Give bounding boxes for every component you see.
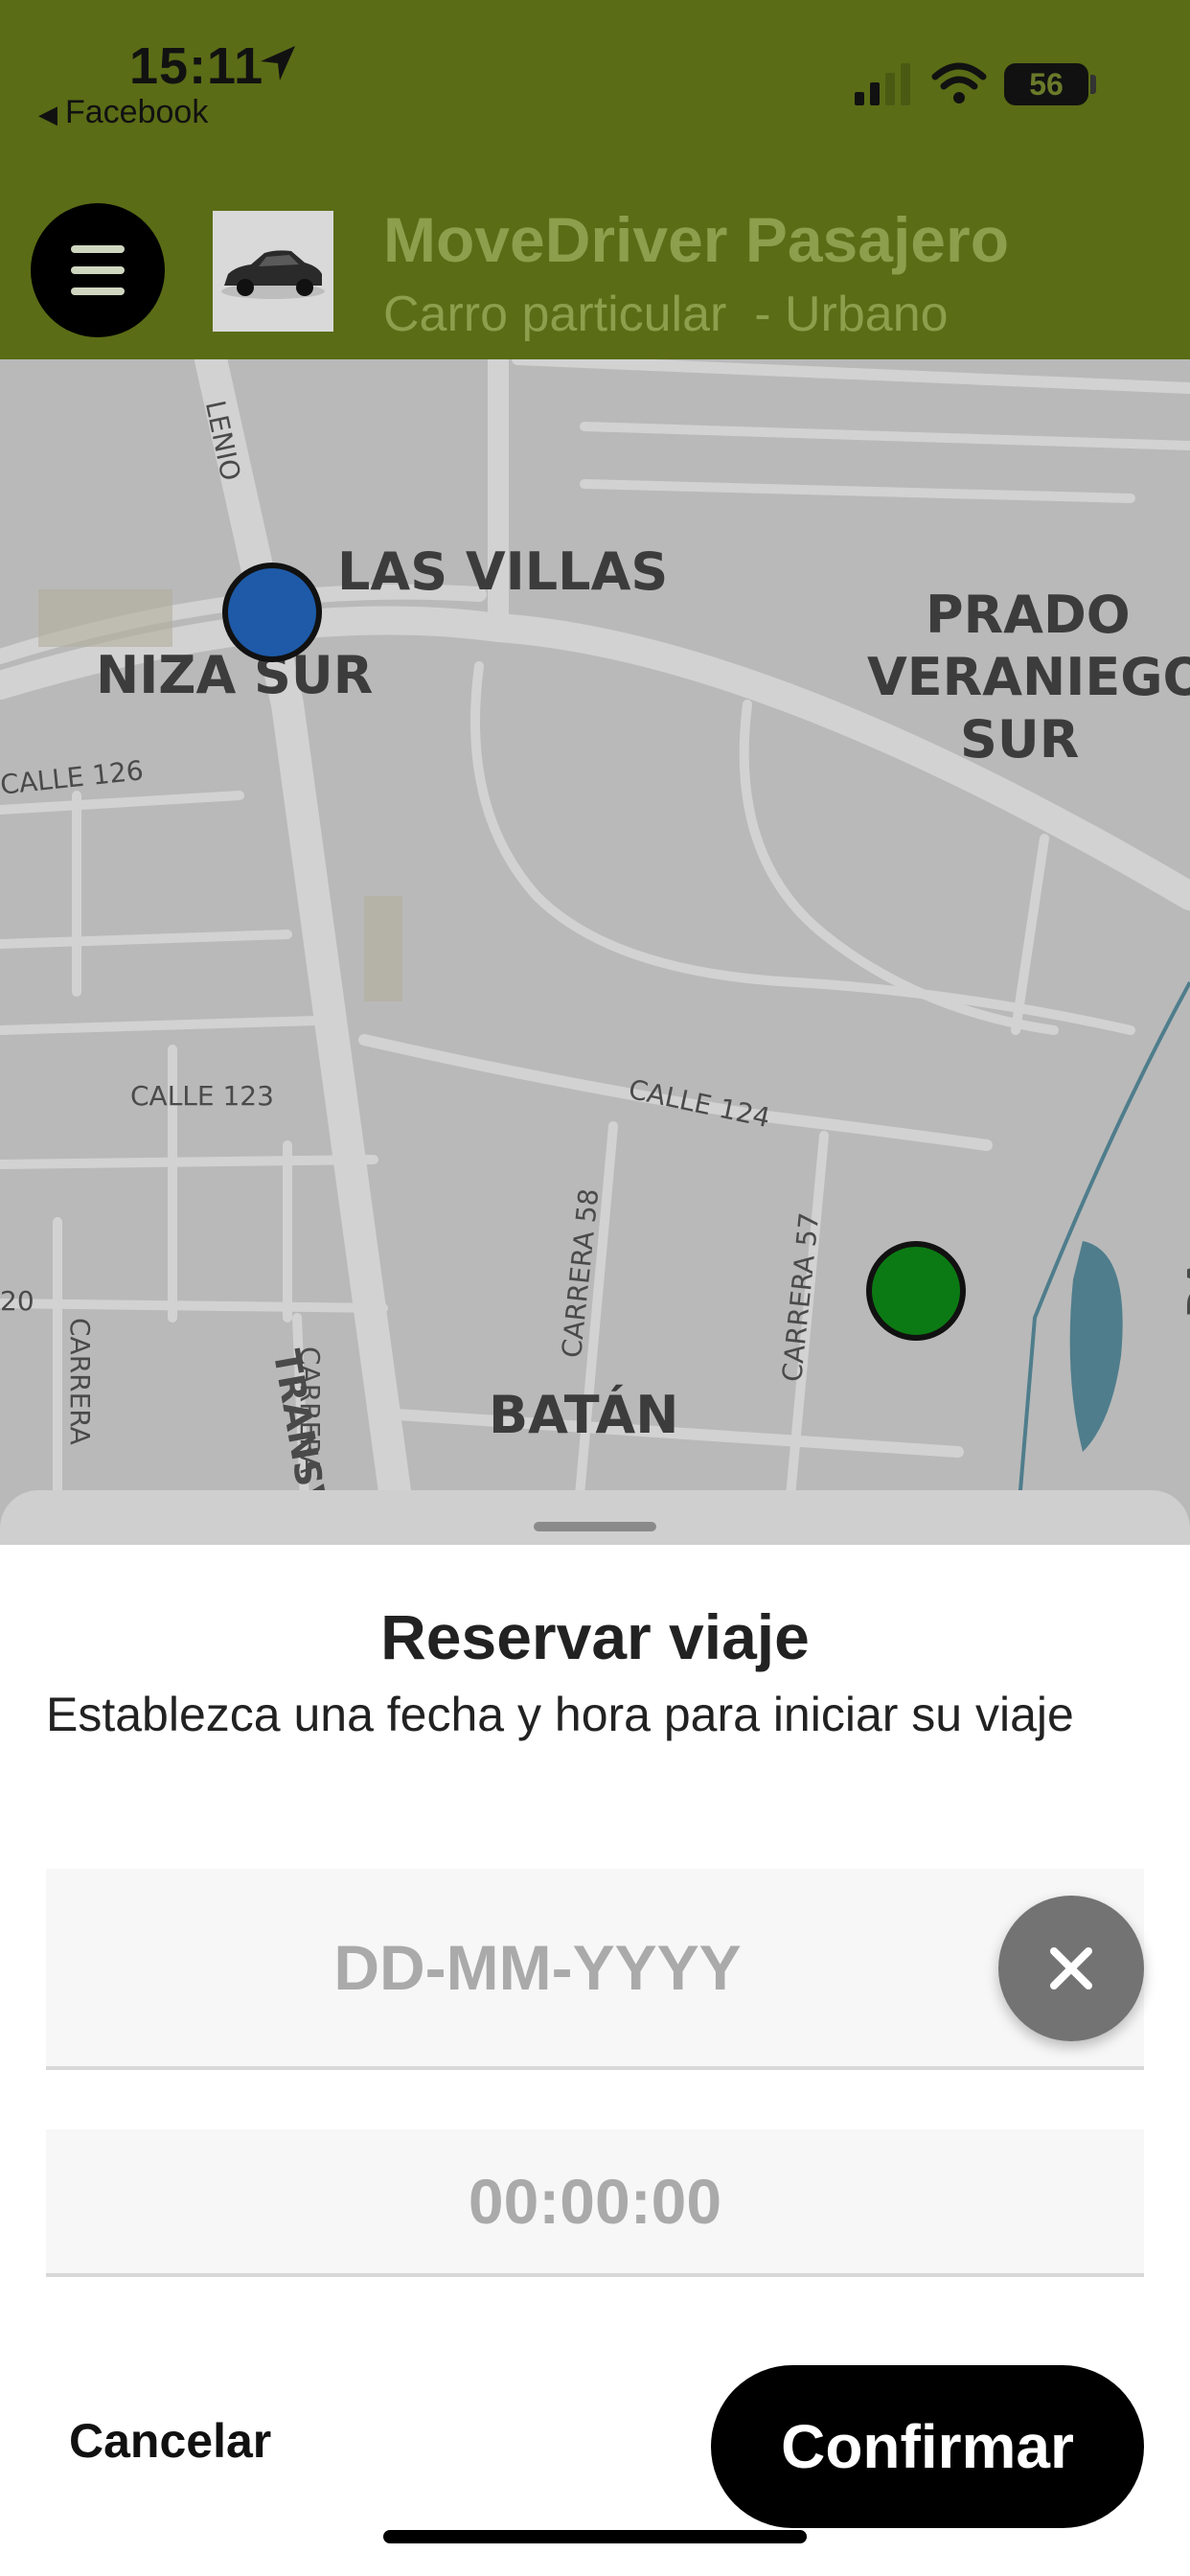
neighborhood-label: NIZA SUR — [96, 645, 374, 705]
time-input[interactable] — [46, 2129, 1144, 2273]
back-triangle-icon: ◀ — [38, 100, 57, 128]
map-view[interactable]: LAS VILLAS NIZA SUR PRADO VERANIEGO SUR … — [0, 359, 1190, 1548]
cancel-button[interactable]: Cancelar — [69, 2413, 271, 2469]
street-label: CALLE 123 — [130, 1080, 274, 1112]
sheet-drag-handle[interactable] — [534, 1522, 656, 1531]
hamburger-icon — [71, 266, 125, 274]
date-input[interactable] — [46, 1869, 1144, 2066]
car-image — [213, 211, 333, 332]
cellular-signal-icon — [855, 63, 910, 105]
menu-button[interactable] — [31, 203, 165, 337]
neighborhood-label: SUR — [960, 709, 1080, 770]
destination-marker[interactable] — [866, 1241, 966, 1341]
time-field[interactable] — [46, 2129, 1144, 2277]
close-icon — [1050, 1947, 1092, 1990]
water-body — [1069, 1241, 1123, 1452]
street-label: DA CARR — [1180, 1259, 1190, 1318]
hamburger-icon — [71, 245, 125, 253]
date-field[interactable] — [46, 1869, 1144, 2070]
sheet-description: Establezca una fecha y hora para iniciar… — [46, 1688, 1074, 1741]
neighborhood-label: LAS VILLAS — [337, 541, 669, 602]
hamburger-icon — [71, 288, 125, 295]
battery-nub — [1090, 75, 1096, 94]
sheet-title: Reservar viaje — [380, 1601, 810, 1672]
app-subtitle: Carro particular - Urbano — [383, 287, 949, 342]
status-time: 15:11 — [129, 37, 264, 95]
back-app-label: Facebook — [65, 94, 209, 130]
app-title: MoveDriver Pasajero — [383, 204, 1010, 275]
origin-marker[interactable] — [222, 563, 322, 662]
street-label: CARRERA — [64, 1318, 96, 1445]
back-to-app-link[interactable]: ◀ Facebook — [38, 94, 208, 131]
location-arrow-icon — [261, 46, 295, 80]
home-indicator — [383, 2530, 807, 2543]
neighborhood-label: BATÁN — [489, 1385, 679, 1445]
clear-date-button[interactable] — [998, 1896, 1144, 2041]
street-label: 20 — [0, 1285, 34, 1317]
street-label: CARRERA — [294, 1346, 326, 1474]
car-icon — [221, 250, 325, 299]
wifi-icon — [931, 62, 987, 104]
map-roads — [0, 359, 1190, 1548]
confirm-button[interactable]: Confirmar — [711, 2365, 1144, 2528]
sheet-top-edge — [0, 1490, 1190, 1548]
neighborhood-label: PRADO — [926, 585, 1131, 645]
top-bar: 15:11 ◀ Facebook 56 MoveDriver Pasajero C… — [0, 0, 1190, 359]
battery-indicator: 56 — [1004, 63, 1088, 105]
neighborhood-label: VERANIEGO — [867, 647, 1190, 707]
